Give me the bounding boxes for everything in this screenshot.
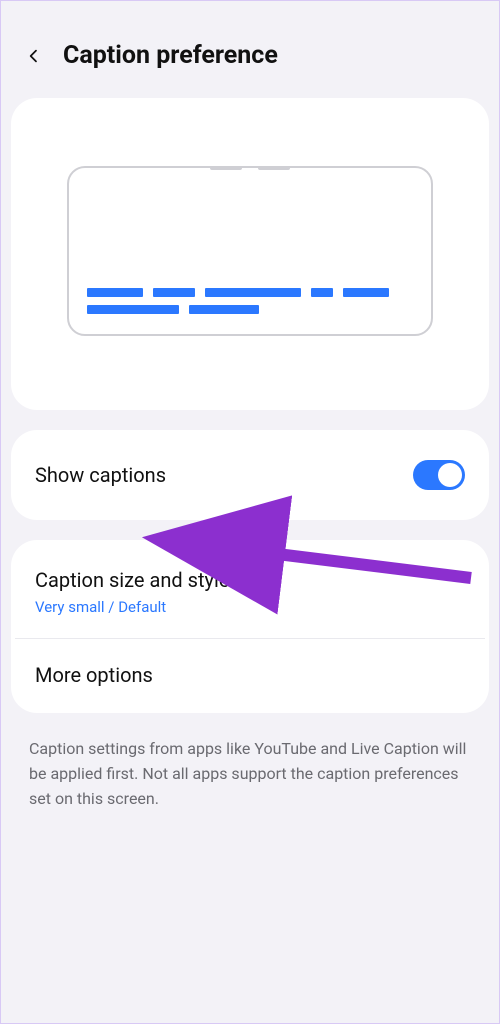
- caption-preview-card: [11, 98, 489, 410]
- settings-list: Caption size and style Very small / Defa…: [11, 540, 489, 713]
- caption-line-1: [87, 288, 413, 297]
- show-captions-toggle[interactable]: [413, 460, 465, 490]
- footnote-text: Caption settings from apps like YouTube …: [11, 733, 489, 811]
- back-icon[interactable]: [23, 45, 45, 67]
- header: Caption preference: [11, 11, 489, 98]
- page-title: Caption preference: [63, 41, 278, 70]
- device-frame-illustration: [67, 166, 433, 336]
- caption-line-2: [87, 305, 413, 314]
- show-captions-row[interactable]: Show captions: [11, 430, 489, 520]
- caption-size-style-title: Caption size and style: [35, 568, 465, 592]
- more-options-item[interactable]: More options: [15, 638, 485, 709]
- more-options-title: More options: [35, 663, 465, 687]
- show-captions-label: Show captions: [35, 463, 166, 487]
- caption-size-style-subtitle: Very small / Default: [35, 598, 465, 616]
- caption-size-style-item[interactable]: Caption size and style Very small / Defa…: [11, 544, 489, 638]
